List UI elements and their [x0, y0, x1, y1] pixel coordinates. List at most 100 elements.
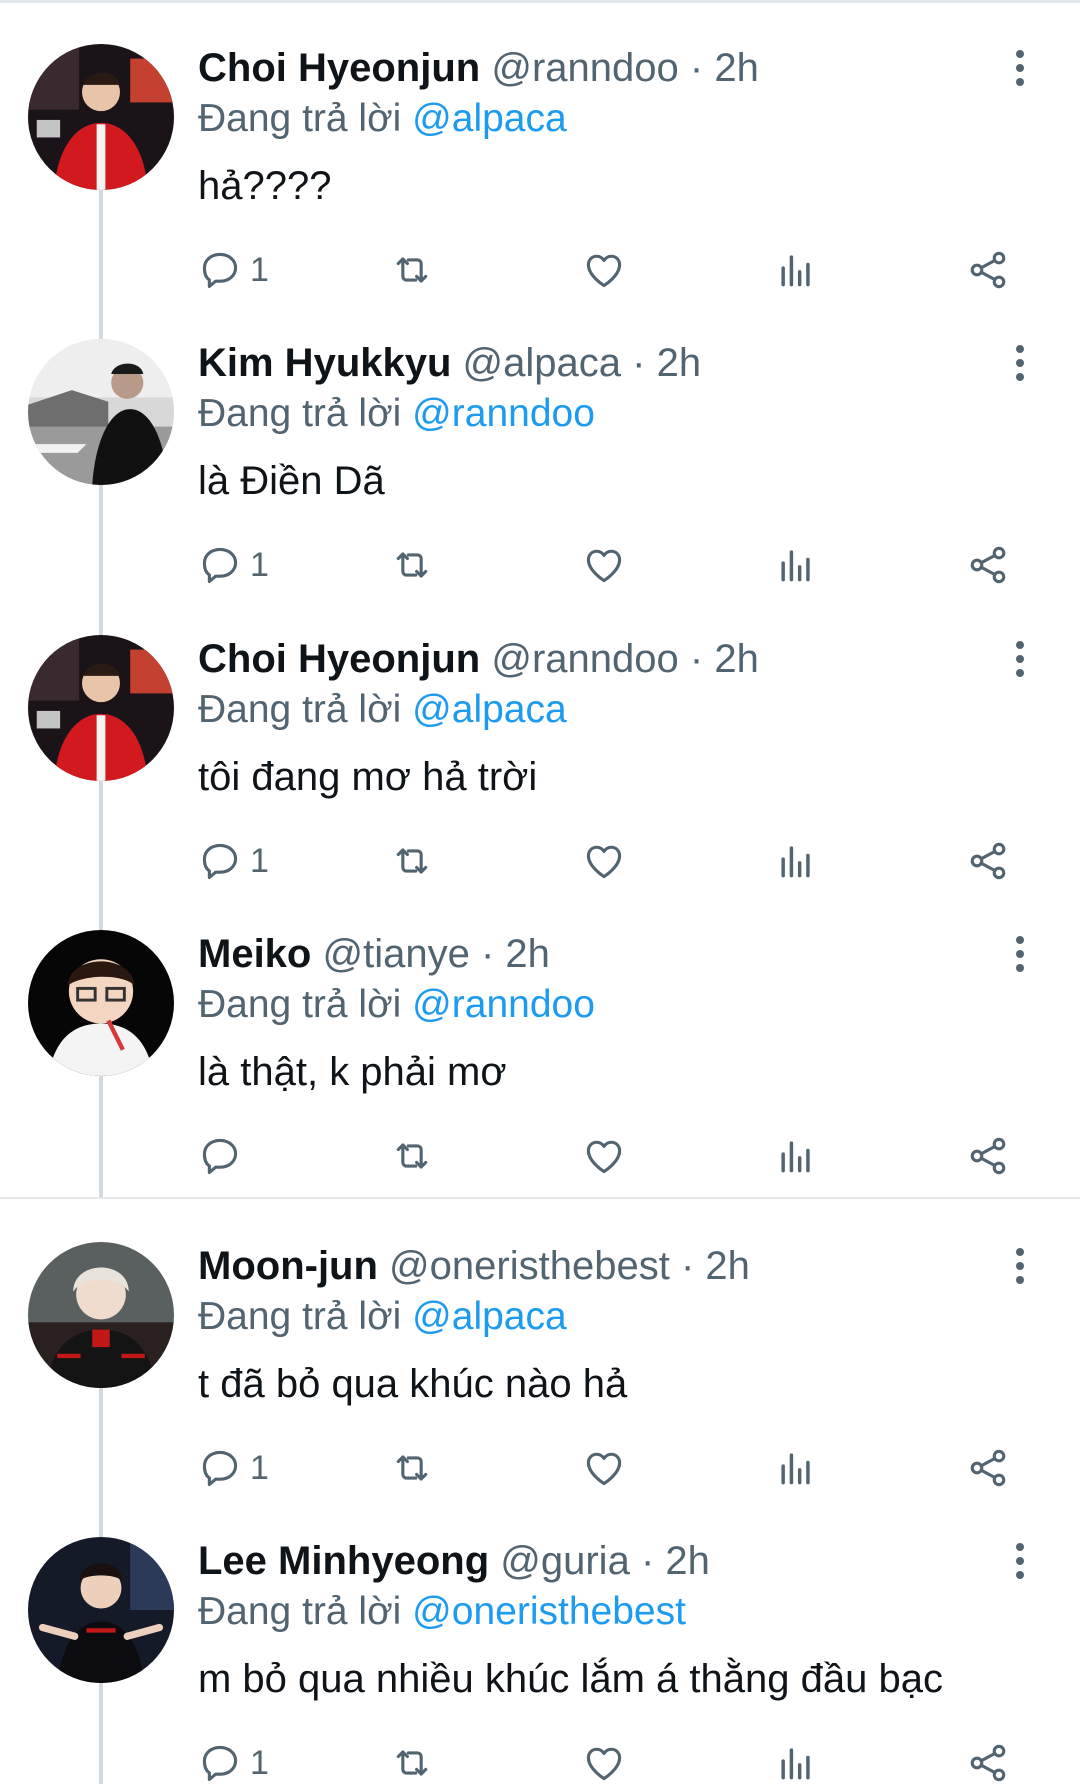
author-name[interactable]: Lee Minhyeong [198, 1539, 489, 1583]
reply-count: 1 [250, 250, 269, 289]
avatar-image [28, 1537, 174, 1683]
tweet-header: Kim Hyukkyu @alpaca · 2h [198, 337, 701, 389]
author-name[interactable]: Choi Hyeonjun [198, 46, 480, 90]
author-name[interactable]: Choi Hyeonjun [198, 637, 480, 681]
reply-count: 1 [250, 841, 269, 880]
reply-mention-link[interactable]: @alpaca [412, 688, 567, 731]
author-handle[interactable]: @oneristhebest [389, 1244, 670, 1288]
retweet-button[interactable] [390, 835, 434, 887]
retweet-button[interactable] [390, 1442, 434, 1494]
retweet-icon [396, 1455, 428, 1481]
share-button[interactable] [966, 1737, 1010, 1789]
reply-button[interactable]: 1 [198, 1737, 269, 1789]
heart-icon [586, 1140, 622, 1174]
avatar[interactable] [28, 1242, 174, 1388]
views-icon [781, 1748, 810, 1780]
author-name[interactable]: Moon-jun [198, 1244, 378, 1288]
more-icon[interactable] [1000, 637, 1040, 681]
author-handle[interactable]: @alpaca [463, 341, 621, 385]
like-button[interactable] [582, 835, 626, 887]
reply-mention-link[interactable]: @oneristhebest [412, 1590, 686, 1633]
tweet[interactable]: Choi Hyeonjun @ranndoo · 2h Đang trả lời… [0, 591, 1080, 886]
tweet-time[interactable]: 2h [505, 932, 550, 976]
tweet[interactable]: Kim Hyukkyu @alpaca · 2h Đang trả lời @r… [0, 295, 1080, 590]
tweet[interactable]: Moon-jun @oneristhebest · 2h Đang trả lờ… [0, 1198, 1080, 1493]
avatar[interactable] [28, 339, 174, 485]
like-button[interactable] [582, 1130, 626, 1182]
avatar-image [28, 930, 174, 1076]
tweet-text: là thật, k phải mơ [198, 1050, 507, 1094]
tweet-time[interactable]: 2h [714, 46, 759, 90]
replying-to: Đang trả lời @alpaca [198, 685, 567, 735]
avatar-image [28, 44, 174, 190]
retweet-button[interactable] [390, 539, 434, 591]
tweet[interactable]: Lee Minhyeong @guria · 2h Đang trả lời @… [0, 1493, 1080, 1788]
retweet-button[interactable] [390, 1130, 434, 1182]
share-button[interactable] [966, 1130, 1010, 1182]
replying-to-label: Đang trả lời [198, 1590, 402, 1633]
more-icon[interactable] [1000, 932, 1040, 976]
reply-button[interactable]: 1 [198, 539, 269, 591]
avatar[interactable] [28, 930, 174, 1076]
reply-mention-link[interactable]: @alpaca [412, 1295, 567, 1338]
heart-icon [586, 1747, 622, 1781]
like-button[interactable] [582, 1737, 626, 1789]
more-icon[interactable] [1000, 341, 1040, 385]
views-button[interactable] [774, 244, 818, 296]
author-handle[interactable]: @ranndoo [491, 637, 678, 681]
more-icon[interactable] [1000, 1244, 1040, 1288]
tweet-time[interactable]: 2h [657, 341, 702, 385]
retweet-button[interactable] [390, 1737, 434, 1789]
tweet[interactable]: Choi Hyeonjun @ranndoo · 2h Đang trả lời… [0, 0, 1080, 295]
reply-mention-link[interactable]: @alpaca [412, 97, 567, 140]
retweet-button[interactable] [390, 244, 434, 296]
share-button[interactable] [966, 244, 1010, 296]
tweet-time[interactable]: 2h [705, 1244, 750, 1288]
share-button[interactable] [966, 539, 1010, 591]
tweet-time[interactable]: 2h [714, 637, 759, 681]
tweet[interactable]: Meiko @tianye · 2h Đang trả lời @ranndoo… [0, 886, 1080, 1181]
more-icon[interactable] [1000, 1539, 1040, 1583]
views-button[interactable] [774, 835, 818, 887]
author-name[interactable]: Kim Hyukkyu [198, 341, 451, 385]
author-handle[interactable]: @guria [500, 1539, 630, 1583]
reply-button[interactable]: 1 [198, 835, 269, 887]
views-button[interactable] [774, 1737, 818, 1789]
like-button[interactable] [582, 244, 626, 296]
retweet-icon [396, 1143, 428, 1169]
author-handle[interactable]: @ranndoo [491, 46, 678, 90]
share-icon [970, 842, 1006, 880]
tweet-text: m bỏ qua nhiều khúc lắm á thằng đầu bạc [198, 1657, 943, 1701]
views-button[interactable] [774, 539, 818, 591]
share-icon [970, 251, 1006, 289]
share-icon [970, 1449, 1006, 1487]
reply-button[interactable]: 1 [198, 1442, 269, 1494]
share-button[interactable] [966, 835, 1010, 887]
reply-mention-link[interactable]: @ranndoo [412, 392, 595, 435]
tweet-actions [0, 1130, 1080, 1182]
more-icon[interactable] [1000, 46, 1040, 90]
share-button[interactable] [966, 1442, 1010, 1494]
like-button[interactable] [582, 1442, 626, 1494]
heart-icon [586, 1452, 622, 1486]
like-button[interactable] [582, 539, 626, 591]
replying-to-label: Đang trả lời [198, 392, 402, 435]
views-button[interactable] [774, 1442, 818, 1494]
reply-icon [202, 252, 238, 289]
heart-icon [586, 549, 622, 583]
views-button[interactable] [774, 1130, 818, 1182]
replying-to: Đang trả lời @alpaca [198, 94, 567, 144]
avatar[interactable] [28, 44, 174, 190]
avatar-image [28, 635, 174, 781]
heart-icon [586, 254, 622, 288]
avatar[interactable] [28, 635, 174, 781]
reply-mention-link[interactable]: @ranndoo [412, 983, 595, 1026]
reply-button[interactable]: 1 [198, 244, 269, 296]
author-name[interactable]: Meiko [198, 932, 311, 976]
tweet-time[interactable]: 2h [665, 1539, 710, 1583]
reply-button[interactable] [198, 1130, 250, 1182]
tweet-header: Choi Hyeonjun @ranndoo · 2h [198, 42, 759, 94]
author-handle[interactable]: @tianye [322, 932, 469, 976]
avatar[interactable] [28, 1537, 174, 1683]
avatar-image [28, 339, 174, 485]
